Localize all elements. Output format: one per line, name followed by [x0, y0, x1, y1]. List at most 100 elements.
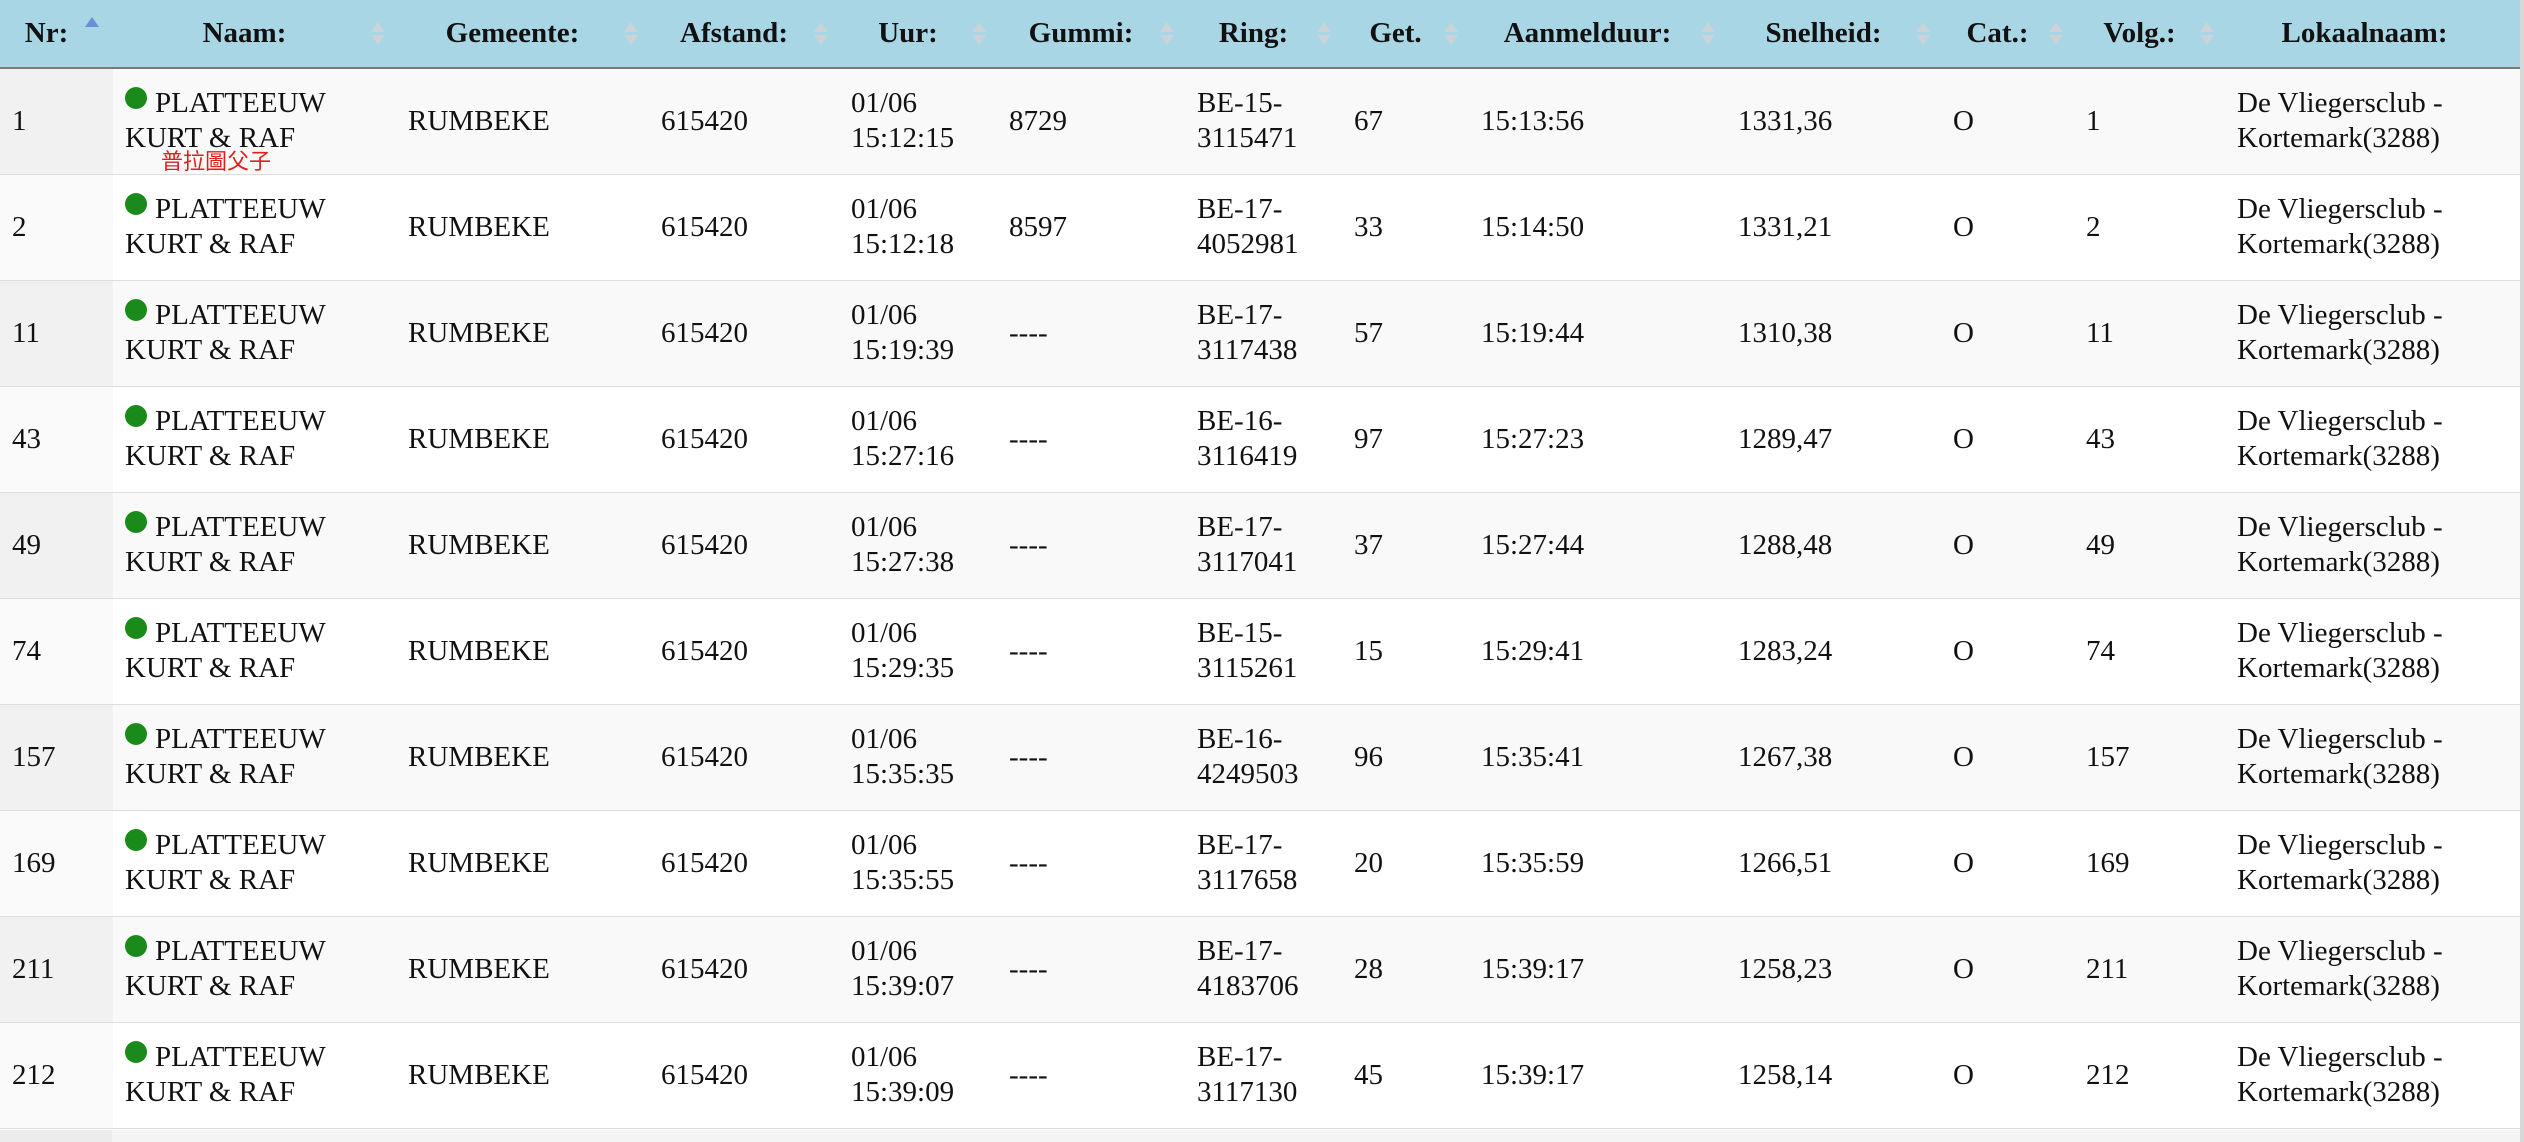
column-header-gummi[interactable]: Gummi: — [997, 0, 1185, 69]
column-header-label: Uur: — [878, 17, 938, 49]
table-row[interactable]: 169 PLATTEEUW KURT & RAF RUMBEKE 615420 01/06… — [0, 810, 2524, 916]
sort-arrows-icon[interactable] — [2199, 18, 2215, 50]
gemeente-value: RUMBEKE — [408, 422, 550, 455]
cell-uur: 01/06 15:12:15 — [839, 68, 997, 174]
column-header-uur[interactable]: Uur: — [839, 0, 997, 69]
lokaal-line-2: Kortemark(3288) — [2237, 440, 2440, 472]
cell-lokaalnaam: De Vliegersclub - Kortemark(3288) — [2225, 810, 2524, 916]
table-row[interactable]: 157 PLATTEEUW KURT & RAF RUMBEKE 615420 01/06… — [0, 704, 2524, 810]
table-row[interactable]: 212 PLATTEEUW KURT & RAF RUMBEKE 615420 01/06… — [0, 1022, 2524, 1128]
sort-arrows-icon[interactable] — [971, 18, 987, 50]
sort-arrows-icon[interactable] — [1700, 18, 1716, 50]
column-header-gemeente[interactable]: Gemeente: — [396, 0, 649, 69]
snelheid-value: 1283,24 — [1738, 634, 1833, 667]
nr-value: 211 — [12, 952, 55, 985]
sort-arrows-icon[interactable] — [1316, 18, 1332, 50]
cat-value: O — [1953, 846, 1974, 879]
lokaal-line-1: De Vliegersclub - — [2237, 87, 2443, 120]
sort-arrows-icon[interactable] — [370, 18, 386, 50]
column-header-snelheid[interactable]: Snelheid: — [1726, 0, 1941, 69]
ring-line-1: BE-17- — [1197, 829, 1283, 861]
sort-arrows-icon[interactable] — [1915, 18, 1931, 50]
cell-naam: PLATTEEUW KURT & RAF — [113, 386, 396, 492]
gummi-value: 8729 — [1009, 104, 1067, 137]
cell-nr: 1 — [0, 68, 113, 174]
naam-line-1: PLATTEEUW — [155, 405, 326, 437]
gummi-value: ---- — [1009, 316, 1048, 349]
get-value: 37 — [1354, 528, 1383, 561]
lokaal-line-1: De Vliegersclub - — [2237, 1041, 2443, 1073]
lokaal-line-2: Kortemark(3288) — [2237, 864, 2440, 896]
column-header-get[interactable]: Get. — [1342, 0, 1469, 69]
column-header-naam[interactable]: Naam: — [113, 0, 396, 69]
sort-arrows-icon[interactable] — [623, 18, 639, 50]
sort-ascending-icon[interactable] — [84, 6, 100, 38]
cell-gummi: ---- — [997, 492, 1185, 598]
name-wrap: PLATTEEUW KURT & RAF — [125, 828, 384, 898]
afstand-value: 615420 — [661, 316, 748, 349]
column-header-nr[interactable]: Nr: — [0, 0, 113, 69]
cell-ring: BE-17- 3117438 — [1185, 280, 1342, 386]
cell-cat: O — [1941, 492, 2074, 598]
cell-gemeente: RUMBEKE — [396, 492, 649, 598]
scrollbar-track[interactable] — [2520, 0, 2524, 1142]
table-row[interactable]: 11 PLATTEEUW KURT & RAF RUMBEKE 615420 01/06 1… — [0, 280, 2524, 386]
sort-arrows-icon[interactable] — [813, 18, 829, 50]
gummi-value: ---- — [1009, 422, 1048, 455]
column-header-cat[interactable]: Cat.: — [1941, 0, 2074, 69]
cell-ring: BE-17- 4052981 — [1185, 174, 1342, 280]
cell-snelheid: 1289,47 — [1726, 386, 1941, 492]
get-value: 33 — [1354, 210, 1383, 243]
get-value: 57 — [1354, 316, 1383, 349]
gummi-value: ---- — [1009, 846, 1048, 879]
column-header-ring[interactable]: Ring: — [1185, 0, 1342, 69]
cell-gemeente: RUMBEKE — [396, 810, 649, 916]
cell-naam: PLATTEEUW KURT & RAF 普拉圖父子 — [113, 68, 396, 174]
cell-lokaalnaam: De Vliegersclub - Kortemark(3288) — [2225, 68, 2524, 174]
naam-line-2: KURT & RAF — [125, 1076, 296, 1108]
lokaal-line-2: Kortemark(3288) — [2237, 758, 2440, 790]
ring-line-1: BE-17- — [1197, 193, 1283, 225]
table-row[interactable]: 43 PLATTEEUW KURT & RAF RUMBEKE 615420 01/06 1… — [0, 386, 2524, 492]
cell-cat: O — [1941, 704, 2074, 810]
column-header-label: Ring: — [1218, 17, 1289, 49]
name-wrap: PLATTEEUW KURT & RAF — [125, 298, 384, 368]
gemeente-value: RUMBEKE — [408, 210, 550, 243]
naam-line-1: PLATTEEUW — [155, 87, 326, 120]
column-header-label: Aanmelduur: — [1503, 17, 1672, 49]
cell-volg: 212 — [2074, 1022, 2225, 1128]
name-wrap: PLATTEEUW KURT & RAF — [125, 1040, 384, 1110]
cell-lokaalnaam: De Vliegersclub - Kortemark(3288) — [2225, 280, 2524, 386]
table-row[interactable]: 211 PLATTEEUW KURT & RAF RUMBEKE 615420 01/06… — [0, 916, 2524, 1022]
afstand-value: 615420 — [661, 528, 748, 561]
nr-value: 74 — [12, 634, 41, 667]
table-row[interactable]: 2 PLATTEEUW KURT & RAF RUMBEKE 615420 01/06 15… — [0, 174, 2524, 280]
table-row[interactable]: 1 PLATTEEUW KURT & RAF 普拉圖父子 RUMBEKE 615420 01… — [0, 68, 2524, 174]
ring-line-2: 4052981 — [1197, 228, 1299, 260]
naam-line-2: KURT & RAF — [125, 440, 296, 472]
uur-date: 01/06 — [851, 1041, 918, 1073]
cell-snelheid: 1331,21 — [1726, 174, 1941, 280]
ring-line-2: 3117041 — [1197, 546, 1298, 578]
cell-aanmelduur: 15:29:41 — [1469, 598, 1726, 704]
sort-arrows-icon[interactable] — [1159, 18, 1175, 50]
column-header-lokaalnaam[interactable]: Lokaalnaam: — [2225, 0, 2524, 69]
column-header-aanmelduur[interactable]: Aanmelduur: — [1469, 0, 1726, 69]
aanmelduur-value: 15:35:41 — [1481, 740, 1585, 773]
cell-aanmelduur: 15:39:17 — [1469, 1022, 1726, 1128]
column-header-afstand[interactable]: Afstand: — [649, 0, 839, 69]
cell-naam: PLATTEEUW KURT & RAF — [113, 916, 396, 1022]
column-header-volg[interactable]: Volg.: — [2074, 0, 2225, 69]
ring-line-1: BE-15- — [1197, 87, 1283, 120]
cell-aanmelduur: 15:39:17 — [1469, 916, 1726, 1022]
sort-arrows-icon[interactable] — [2048, 18, 2064, 50]
cat-value: O — [1953, 316, 1974, 349]
cell-ring: BE-17- 3117658 — [1185, 810, 1342, 916]
sort-arrows-icon[interactable] — [1443, 18, 1459, 50]
table-row[interactable]: 74 PLATTEEUW KURT & RAF RUMBEKE 615420 01/06 1… — [0, 598, 2524, 704]
volg-value: 2 — [2086, 210, 2101, 243]
cell-gemeente: RUMBEKE — [396, 1022, 649, 1128]
ring-line-1: BE-17- — [1197, 935, 1283, 967]
ring-line-2: 3116419 — [1197, 440, 1298, 472]
table-row[interactable]: 49 PLATTEEUW KURT & RAF RUMBEKE 615420 01/06 1… — [0, 492, 2524, 598]
